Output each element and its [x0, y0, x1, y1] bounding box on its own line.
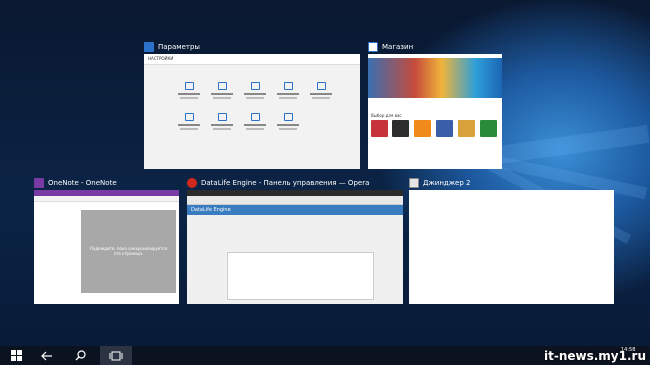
app-tile[interactable] [371, 120, 388, 137]
settings-category[interactable] [240, 113, 270, 130]
store-section-title: Выбор для вас [371, 113, 402, 118]
window-title: Магазин [382, 43, 414, 51]
notepad-icon [409, 178, 419, 188]
app-tile[interactable] [392, 120, 409, 137]
settings-category[interactable] [306, 82, 336, 99]
dle-header: DataLife Engine [187, 205, 403, 215]
app-tile[interactable] [436, 120, 453, 137]
watermark: it-news.my1.ru [544, 349, 646, 363]
window-thumbnail[interactable]: Выбор для вас [368, 54, 502, 169]
app-tile[interactable] [414, 120, 431, 137]
back-arrow-icon [41, 351, 52, 360]
window-title: Джинджер 2 [423, 179, 471, 187]
editor-area [227, 252, 374, 300]
windows-logo-icon [10, 350, 22, 361]
window-title: DataLife Engine - Панель управления — Op… [201, 179, 370, 187]
settings-header: НАСТРОЙКИ [144, 54, 360, 65]
settings-category[interactable] [240, 82, 270, 99]
start-button[interactable] [0, 346, 32, 365]
store-window[interactable]: Магазин Выбор для вас [368, 40, 503, 170]
settings-category[interactable] [174, 113, 204, 130]
settings-window[interactable]: Параметры НАСТРОЙКИ [144, 40, 360, 170]
settings-category[interactable] [273, 82, 303, 99]
task-view-button[interactable] [100, 346, 132, 365]
store-bag-icon [368, 42, 378, 52]
notepad-window[interactable]: Джинджер 2 [409, 176, 614, 304]
window-title-bar: Параметры [144, 40, 200, 54]
settings-categories [174, 82, 336, 130]
window-title-bar: DataLife Engine - Панель управления — Op… [187, 176, 369, 190]
settings-category[interactable] [273, 113, 303, 130]
opera-window[interactable]: DataLife Engine - Панель управления — Op… [187, 176, 403, 304]
search-icon [75, 350, 86, 361]
store-banner [368, 58, 502, 98]
gear-icon [144, 42, 154, 52]
sync-message: Подождите, пока синхронизируется эта стр… [89, 246, 168, 256]
onenote-icon [34, 178, 44, 188]
onenote-page: Подождите, пока синхронизируется эта стр… [81, 210, 176, 293]
window-title-bar: Джинджер 2 [409, 176, 470, 190]
settings-category[interactable] [174, 82, 204, 99]
window-thumbnail[interactable]: Подождите, пока синхронизируется эта стр… [34, 190, 179, 304]
app-tile[interactable] [480, 120, 497, 137]
window-thumbnail[interactable]: НАСТРОЙКИ [144, 54, 360, 169]
app-tile[interactable] [458, 120, 475, 137]
address-bar [187, 196, 403, 205]
search-button[interactable] [64, 346, 96, 365]
task-view-icon [109, 351, 123, 360]
onenote-window[interactable]: OneNote - OneNote Подождите, пока синхро… [34, 176, 179, 304]
window-title: OneNote - OneNote [48, 179, 117, 187]
window-thumbnail[interactable]: DataLife Engine [187, 190, 403, 304]
window-title-bar: OneNote - OneNote [34, 176, 117, 190]
window-title: Параметры [158, 43, 200, 51]
window-title-bar: Магазин [368, 40, 413, 54]
settings-category[interactable] [207, 82, 237, 99]
back-button[interactable] [32, 346, 62, 365]
onenote-tabs [34, 196, 179, 202]
window-thumbnail[interactable] [409, 190, 614, 304]
opera-icon [187, 178, 197, 188]
settings-category[interactable] [207, 113, 237, 130]
